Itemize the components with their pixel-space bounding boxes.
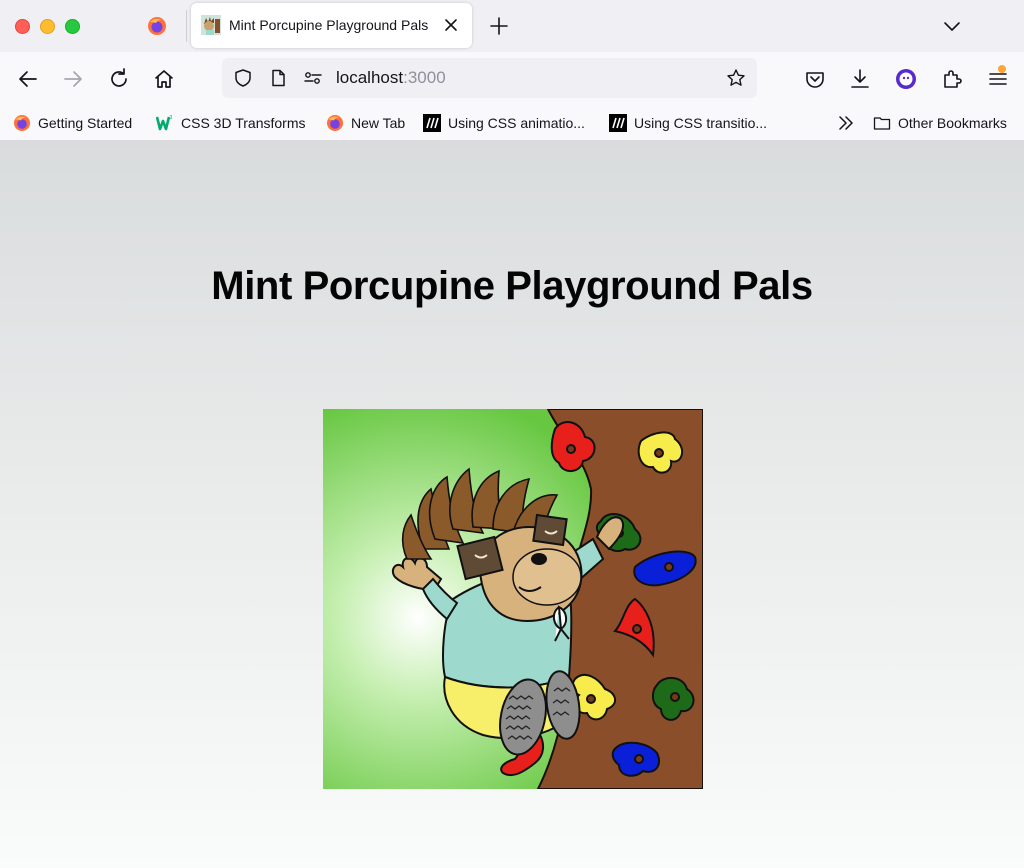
minimize-window-button[interactable]: [40, 19, 55, 34]
reload-icon[interactable]: [105, 65, 133, 93]
back-icon[interactable]: [14, 65, 42, 93]
bookmark-star-icon[interactable]: [726, 68, 746, 88]
url-text[interactable]: localhost:3000: [336, 68, 446, 88]
firefox-icon: [14, 115, 30, 131]
new-tab-icon[interactable]: [488, 15, 510, 37]
bookmark-new-tab[interactable]: New Tab: [326, 113, 405, 133]
bookmark-css-animations[interactable]: Using CSS animatio...: [423, 113, 585, 133]
pocket-icon[interactable]: [801, 65, 829, 93]
permissions-icon[interactable]: [303, 68, 323, 88]
account-avatar-icon[interactable]: [892, 65, 920, 93]
bookmarks-toolbar: Getting Started 3 CSS 3D Transforms New …: [0, 106, 1024, 141]
folder-icon: [873, 117, 891, 130]
close-window-button[interactable]: [15, 19, 30, 34]
home-icon[interactable]: [150, 65, 178, 93]
mdn-icon: [423, 114, 441, 132]
mdn-icon: [609, 114, 627, 132]
navigation-toolbar: localhost:3000: [0, 52, 1024, 106]
list-all-tabs-icon[interactable]: [941, 15, 963, 37]
w3schools-icon: 3: [156, 115, 173, 131]
active-tab[interactable]: Mint Porcupine Playground Pals: [191, 3, 472, 48]
extensions-icon[interactable]: [938, 65, 966, 93]
downloads-icon[interactable]: [846, 65, 874, 93]
tab-strip: Mint Porcupine Playground Pals: [0, 0, 1024, 52]
page-title: Mint Porcupine Playground Pals: [211, 264, 813, 308]
bookmark-css-transitions[interactable]: Using CSS transitio...: [609, 113, 767, 133]
svg-text:3: 3: [170, 115, 173, 121]
bookmark-css-3d-transforms[interactable]: 3 CSS 3D Transforms: [156, 113, 305, 133]
porcupine-climbing-illustration: [323, 409, 703, 789]
address-bar[interactable]: localhost:3000: [222, 58, 757, 98]
firefox-icon: [327, 115, 343, 131]
tab-title: Mint Porcupine Playground Pals: [229, 17, 429, 33]
porcupine-favicon-icon: [201, 15, 221, 35]
bookmark-getting-started[interactable]: Getting Started: [13, 113, 132, 133]
more-bookmarks-chevron-icon[interactable]: [836, 113, 856, 133]
maximize-window-button[interactable]: [65, 19, 80, 34]
update-notification-badge: [998, 65, 1006, 73]
page-viewport: Mint Porcupine Playground Pals: [0, 141, 1024, 868]
other-bookmarks-folder[interactable]: Other Bookmarks: [873, 113, 1007, 133]
page-info-icon[interactable]: [268, 68, 288, 88]
close-tab-icon[interactable]: [442, 16, 460, 34]
forward-icon[interactable]: [59, 65, 87, 93]
firefox-view-icon[interactable]: [147, 16, 167, 36]
tracking-protection-shield-icon[interactable]: [233, 68, 253, 88]
